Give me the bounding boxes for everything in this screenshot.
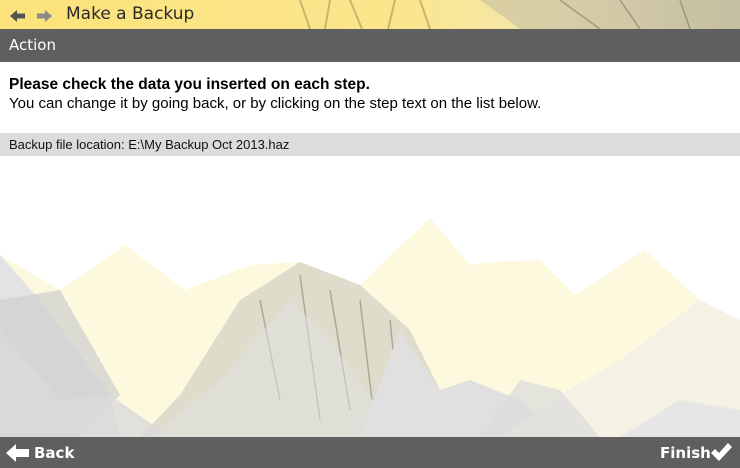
arrow-left-icon <box>6 444 29 462</box>
instruction-text: You can change it by going back, or by c… <box>9 95 542 112</box>
section-header: Action <box>0 29 740 62</box>
background-mountains-art <box>0 218 740 437</box>
section-header-label: Action <box>9 36 56 54</box>
nav-forward-icon[interactable] <box>36 8 52 22</box>
back-button[interactable]: Back <box>4 441 84 465</box>
finish-button-label: Finish <box>660 444 711 462</box>
title-bar: Make a Backup <box>0 0 740 29</box>
checkmark-icon <box>711 443 732 461</box>
finish-button[interactable]: Finish <box>654 441 736 465</box>
window-title: Make a Backup <box>66 4 195 24</box>
bottom-bar: Back Finish <box>0 437 740 468</box>
summary-step-label: Backup file location: E:\My Backup Oct 2… <box>9 137 290 152</box>
nav-back-icon[interactable] <box>10 8 26 22</box>
summary-step-backup-location[interactable]: Backup file location: E:\My Backup Oct 2… <box>0 133 740 156</box>
instruction-title: Please check the data you inserted on ea… <box>9 76 370 93</box>
back-button-label: Back <box>34 444 75 462</box>
